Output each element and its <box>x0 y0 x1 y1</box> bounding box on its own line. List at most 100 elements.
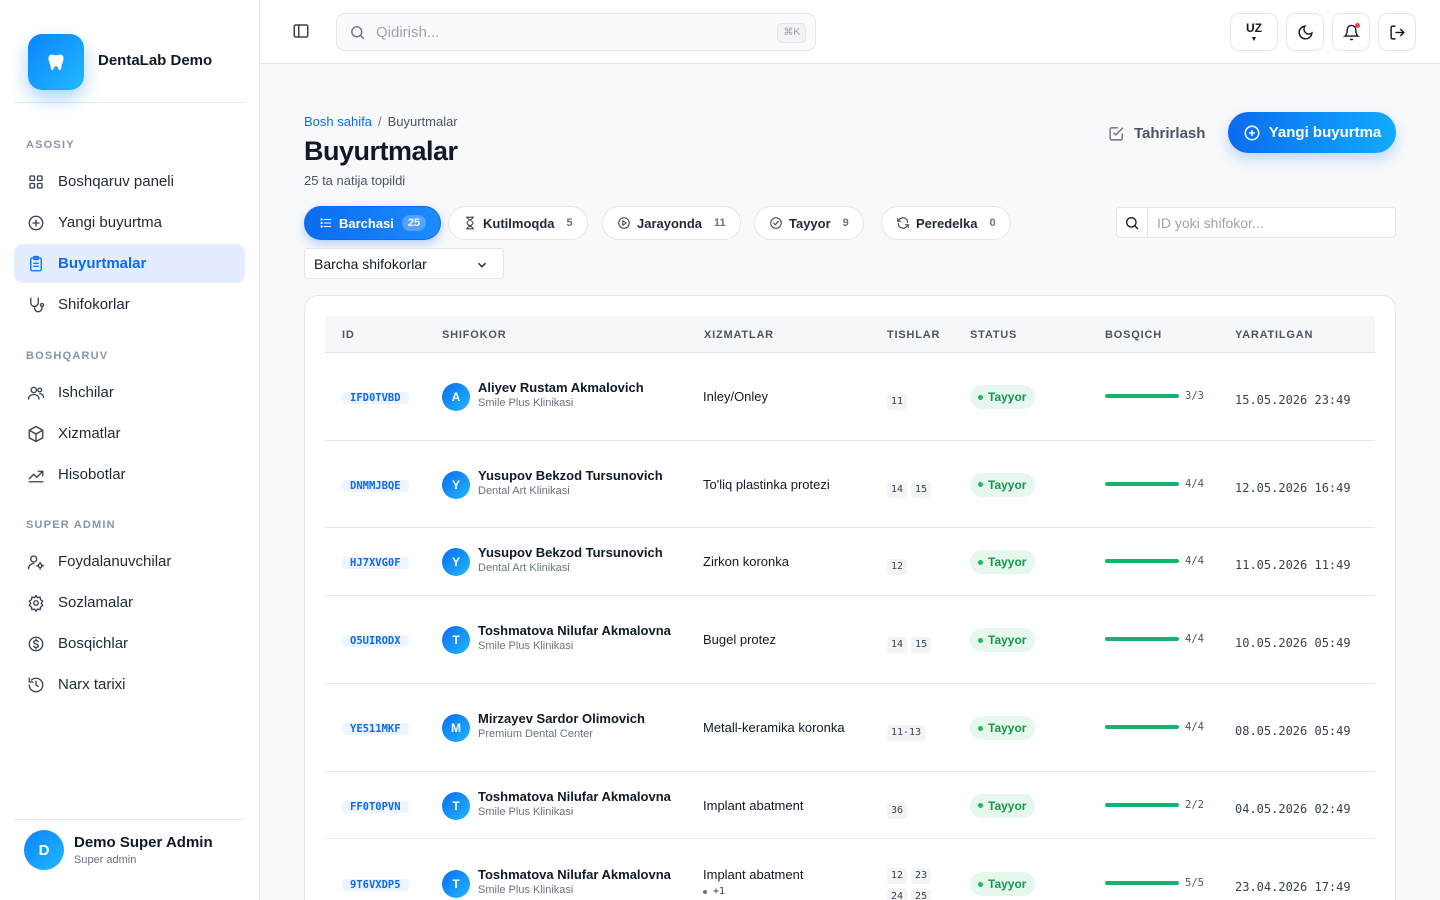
teeth-list: 11 <box>887 389 911 410</box>
status-badge: Tayyor <box>970 472 1036 497</box>
filter-chip-barchasi[interactable]: Barchasi 25 <box>304 206 442 240</box>
created-date: 15.05.2026 23:49 <box>1235 393 1351 407</box>
sidebar-item-bosqichlar[interactable]: Bosqichlar <box>14 624 245 663</box>
breadcrumb: Bosh sahifa / Buyurtmalar <box>304 114 458 129</box>
logout-button[interactable] <box>1378 13 1416 51</box>
table-row[interactable]: IFD0TVBD A Aliyev Rustam Akmalovich Smile P… <box>325 353 1375 441</box>
table-row[interactable]: O5UIRODX T Toshmatova Nilufar Akmalovna Smi… <box>325 596 1375 684</box>
edit-button-label: Tahrirlash <box>1134 124 1206 142</box>
sidebar-item-shifokorlar[interactable]: Shifokorlar <box>14 285 245 324</box>
status-badge: Tayyor <box>970 385 1036 409</box>
teeth-list: 14 15 <box>887 632 935 653</box>
users-icon <box>27 384 45 402</box>
sidebar-item-yangi-buyurtma[interactable]: Yangi buyurtma <box>14 203 245 242</box>
sidebar-item-narx-tarixi[interactable]: Narx tarixi <box>14 665 245 704</box>
user-profile[interactable]: D Demo Super Admin Super admin <box>14 819 245 900</box>
order-id-badge[interactable]: HJ7XVG0F <box>342 557 409 569</box>
plus-circle-icon <box>1244 125 1260 140</box>
created-date: 23.04.2026 17:49 <box>1235 880 1351 894</box>
new-order-button[interactable]: Yangi buyurtma <box>1228 112 1396 153</box>
table-row[interactable]: DNMMJBQE Y Yusupov Bekzod Tursunovich Denta… <box>325 441 1375 528</box>
filter-chip-kutilmoqda[interactable]: Kutilmoqda 5 <box>448 206 588 240</box>
status-badge: Tayyor <box>970 793 1036 818</box>
sidebar-item-boshqaruv-paneli[interactable]: Boshqaruv paneli <box>14 162 245 201</box>
doctor-select[interactable]: Barcha shifokorlar <box>304 248 504 279</box>
order-id-badge[interactable]: O5UIRODX <box>342 635 409 647</box>
sidebar-item-label: Shifokorlar <box>58 296 130 313</box>
search-placeholder: Qidirish... <box>376 24 440 41</box>
order-id-badge[interactable]: IFD0TVBD <box>342 392 409 404</box>
order-id-badge[interactable]: YE511MKF <box>342 723 409 735</box>
stage-progress-text: 4/4 <box>1185 633 1204 645</box>
column-header-status[interactable]: STATUS <box>970 329 1017 341</box>
teeth-list: 12 2324 25 <box>887 863 937 900</box>
column-header-xizmatlar[interactable]: XIZMATLAR <box>704 329 774 341</box>
stage-progress: 4/4 <box>1105 721 1204 733</box>
dollar-circle-icon <box>27 635 45 653</box>
filter-chip-label: Peredelka <box>916 215 978 231</box>
teeth-list: 12 <box>887 554 911 575</box>
filter-chip-count: 0 <box>989 217 996 229</box>
tooth-badge: 23 <box>911 868 932 884</box>
theme-toggle-button[interactable] <box>1286 13 1324 51</box>
sidebar-item-xizmatlar[interactable]: Xizmatlar <box>14 414 245 453</box>
stage-progress: 4/4 <box>1105 555 1204 567</box>
language-label: UZ <box>1246 21 1262 35</box>
list-icon <box>319 216 339 230</box>
table-row[interactable]: FF0T0PVN T Toshmatova Nilufar Akmalovna Smi… <box>325 772 1375 839</box>
stage-progress-text: 2/2 <box>1185 798 1204 811</box>
column-header-shifokor[interactable]: SHIFOKOR <box>442 329 506 341</box>
order-id-badge[interactable]: DNMMJBQE <box>342 479 409 492</box>
filter-chip-jarayonda[interactable]: Jarayonda 11 <box>602 206 741 240</box>
stage-progress: 4/4 <box>1105 478 1204 490</box>
doctor-name: Yusupov Bekzod Tursunovich <box>478 467 663 483</box>
tooth-badge: 15 <box>911 481 932 498</box>
stage-progress-text: 3/3 <box>1185 390 1204 402</box>
search-icon <box>351 26 365 40</box>
doctor-avatar: Y <box>442 548 470 576</box>
service-name: Bugel protez <box>703 632 776 647</box>
order-id-badge[interactable]: 9T6VXDP5 <box>342 879 409 891</box>
tooth-badge: 25 <box>911 889 932 900</box>
sidebar-item-foydalanuvchilar[interactable]: Foydalanuvchilar <box>14 542 245 581</box>
result-count: 25 ta natija topildi <box>304 173 406 188</box>
service-name: To'liq plastinka protezi <box>703 476 830 492</box>
doctor-avatar: M <box>442 714 470 742</box>
sidebar-item-ishchilar[interactable]: Ishchilar <box>14 373 245 412</box>
table-row[interactable]: 9T6VXDP5 T Toshmatova Nilufar Akmalovna Smi… <box>325 839 1375 900</box>
order-search-input[interactable]: ID yoki shifokor... <box>1116 207 1396 238</box>
language-select[interactable]: UZ ▼ <box>1230 13 1278 51</box>
teeth-list: 36 <box>887 798 911 819</box>
teeth-list: 11-13 <box>887 720 929 741</box>
sidebar-item-label: Ishchilar <box>58 384 114 401</box>
table-row[interactable]: YE511MKF M Mirzayev Sardor Olimovich Premiu… <box>325 684 1375 772</box>
column-header-bosqich[interactable]: BOSQICH <box>1105 329 1162 341</box>
breadcrumb-home-link[interactable]: Bosh sahifa <box>304 114 372 129</box>
brand[interactable]: DentaLab Demo <box>14 0 245 103</box>
table-row[interactable]: HJ7XVG0F Y Yusupov Bekzod Tursunovich Denta… <box>325 528 1375 596</box>
sidebar-item-hisobotlar[interactable]: Hisobotlar <box>14 455 245 494</box>
edit-button[interactable]: Tahrirlash <box>1108 122 1205 144</box>
tooth-badge: 11-13 <box>887 725 926 741</box>
clinic-name: Dental Art Klinikasi <box>478 562 570 574</box>
filter-chip-count: 11 <box>714 217 726 229</box>
order-id-badge[interactable]: FF0T0PVN <box>342 800 409 813</box>
doctor-name: Toshmatova Nilufar Akmalovna <box>478 788 671 804</box>
sidebar-item-label: Bosqichlar <box>58 635 129 652</box>
stage-progress: 3/3 <box>1105 390 1204 402</box>
notifications-button[interactable] <box>1332 13 1370 51</box>
column-header-tishlar[interactable]: TISHLAR <box>887 329 940 341</box>
sidebar-item-buyurtmalar[interactable]: Buyurtmalar <box>14 244 245 283</box>
sidebar-item-label: Sozlamalar <box>58 594 134 611</box>
created-date: 11.05.2026 11:49 <box>1235 558 1351 572</box>
sidebar-item-label: Xizmatlar <box>58 425 121 442</box>
column-header-yaratilgan[interactable]: YARATILGAN <box>1235 329 1313 341</box>
filter-chip-peredelka[interactable]: Peredelka 0 <box>881 206 1011 240</box>
sidebar-item-sozlamalar[interactable]: Sozlamalar <box>14 583 245 622</box>
filter-chip-tayyor[interactable]: Tayyor 9 <box>754 206 864 240</box>
sidebar-toggle-icon[interactable] <box>292 22 312 42</box>
column-header-id[interactable]: ID <box>342 329 355 341</box>
chevron-down-icon: ▼ <box>1250 36 1258 43</box>
sidebar-item-label: Buyurtmalar <box>58 255 147 272</box>
global-search-input[interactable]: Qidirish... ⌘K <box>336 13 816 51</box>
